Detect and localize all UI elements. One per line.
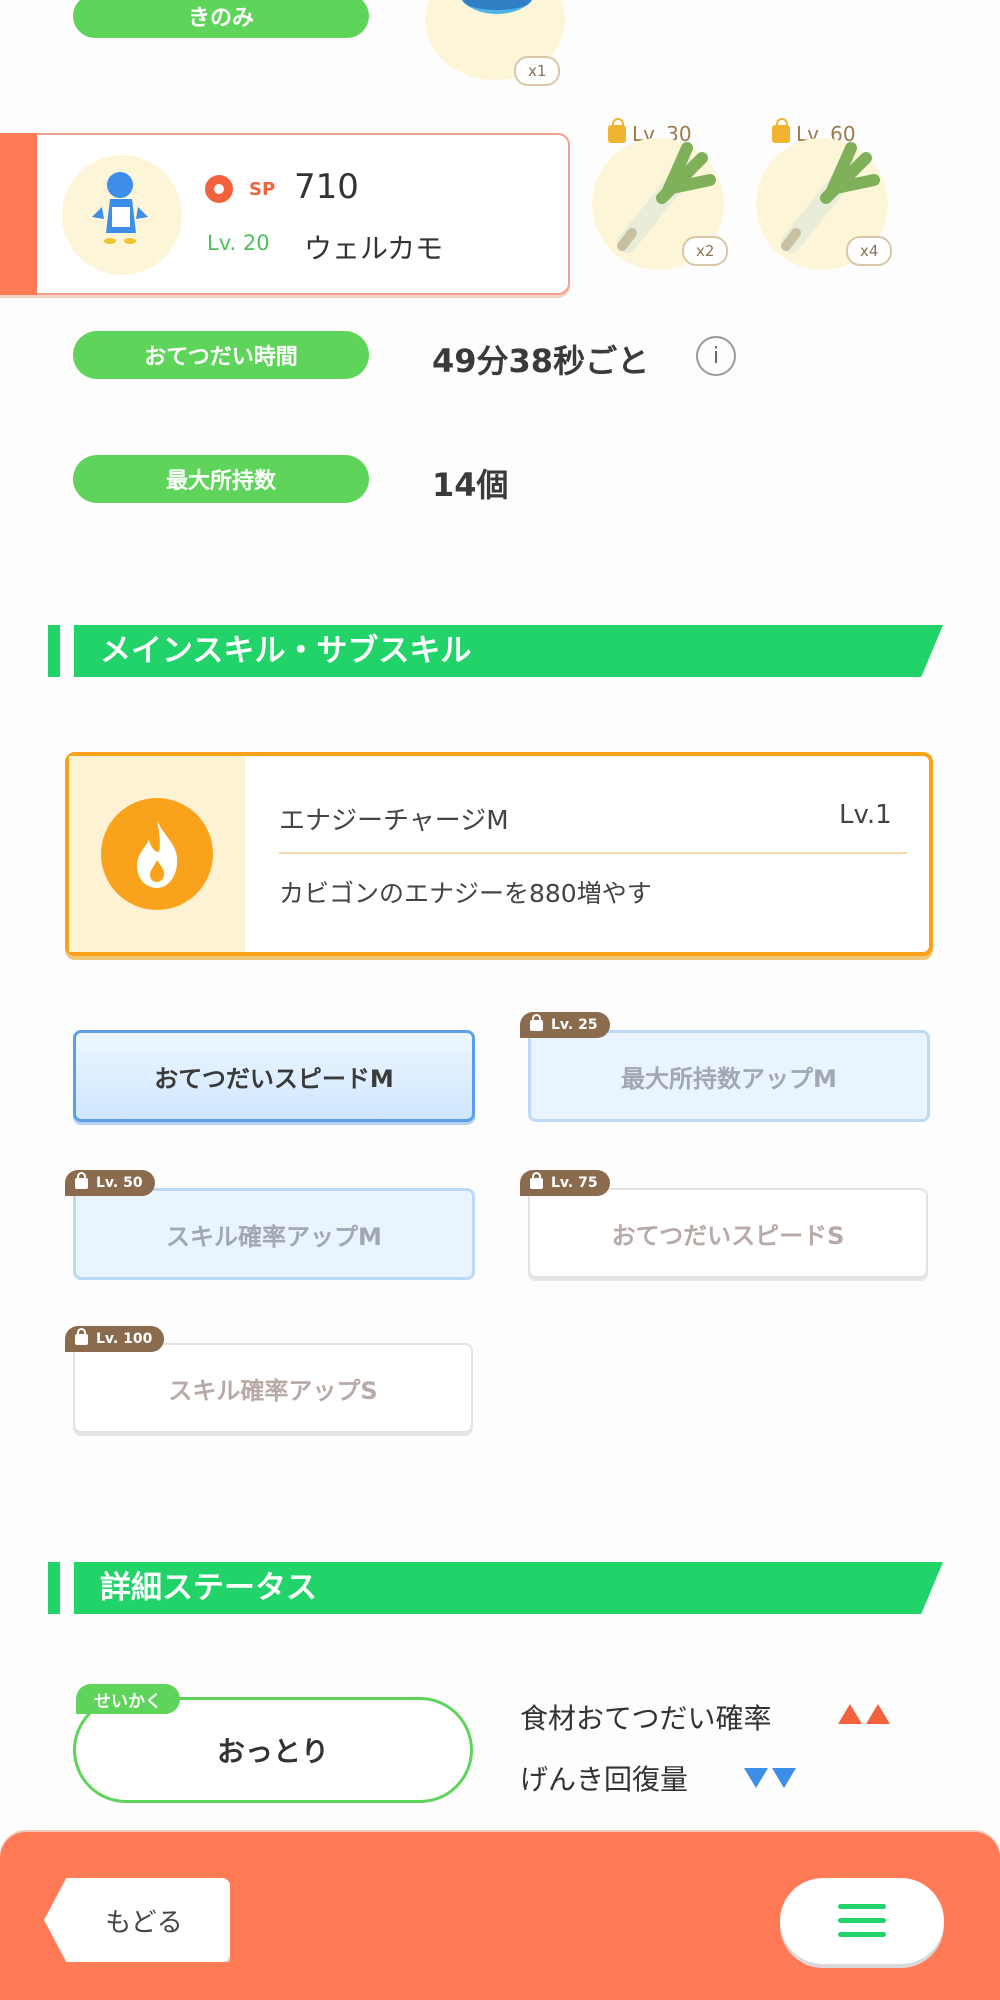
nature-down-stat: げんき回復量 [520, 1763, 689, 1796]
pokemon-level: Lv. 20 [207, 231, 270, 255]
stat-down-icon [744, 1768, 796, 1788]
main-skill-icon-area [69, 756, 245, 952]
sub-skill-label: スキル確率アップS [168, 1376, 378, 1405]
stat-up-icon [838, 1704, 890, 1724]
pokemon-card[interactable]: SP 710 Lv. 20 ウェルカモ [0, 133, 570, 295]
sub-skill-4-lock-tag: Lv. 75 [520, 1170, 610, 1196]
sp-label: SP [249, 179, 276, 200]
detail-section-header: 詳細ステータス [48, 1562, 943, 1614]
info-icon[interactable]: i [696, 336, 736, 376]
berry-label: きのみ [73, 0, 369, 38]
max-carry-label: 最大所持数 [73, 455, 369, 503]
berry-quantity: x1 [514, 56, 561, 86]
pokeball-icon [205, 175, 233, 203]
main-skill-name: エナジーチャージM [279, 806, 509, 836]
ingredient-quantity-1: x2 [682, 236, 729, 266]
ingredient-quantity-2: x4 [846, 236, 893, 266]
sub-skill-3-lock-tag: Lv. 50 [65, 1170, 155, 1196]
sub-skill-4-button[interactable]: おてつだいスピードS [528, 1188, 928, 1278]
main-skill-card[interactable]: エナジーチャージM Lv.1 カビゴンのエナジーを880増やす [65, 752, 933, 956]
detail-section-title: 詳細ステータス [100, 1570, 317, 1606]
lock-icon [75, 1327, 88, 1345]
lock-icon [530, 1171, 543, 1189]
max-carry-value: 14個 [432, 466, 509, 504]
footer-bar: もどる [0, 1832, 1000, 2000]
sub-skill-5-button[interactable]: スキル確率アップS [73, 1343, 473, 1433]
sub-skill-1-button[interactable]: おてつだいスピードM [73, 1030, 475, 1122]
sub-skill-label: おてつだいスピードS [611, 1221, 845, 1250]
sub-skill-2-lock-tag: Lv. 25 [520, 1012, 610, 1038]
sub-skill-label: おてつだいスピードM [154, 1064, 394, 1093]
menu-button[interactable] [780, 1878, 944, 1964]
lock-icon [75, 1171, 88, 1189]
lock-icon [530, 1013, 543, 1031]
skills-section-title: メインスキル・サブスキル [100, 633, 472, 669]
flame-icon [101, 798, 213, 910]
main-skill-description: カビゴンのエナジーを880増やす [279, 879, 652, 908]
sub-skill-3-button[interactable]: スキル確率アップM [73, 1188, 475, 1280]
pokemon-name: ウェルカモ [304, 232, 444, 265]
nature-value: おっとり [216, 1735, 329, 1768]
skills-section-header: メインスキル・サブスキル [48, 625, 943, 677]
main-skill-level: Lv.1 [839, 800, 892, 830]
help-time-label: おてつだい時間 [73, 331, 369, 379]
sub-skill-label: 最大所持数アップM [621, 1064, 837, 1093]
pokemon-avatar [62, 155, 182, 275]
sub-skill-5-lock-tag: Lv. 100 [65, 1326, 165, 1352]
card-accent [0, 133, 37, 295]
nature-up-stat: 食材おてつだい確率 [520, 1702, 772, 1735]
sp-value: 710 [294, 167, 359, 207]
back-label: もどる [105, 1907, 183, 1938]
help-time-value: 49分38秒ごと [432, 342, 650, 380]
back-button[interactable]: もどる [44, 1878, 230, 1962]
main-skill-divider [279, 852, 907, 854]
nature-tag: せいかく [76, 1684, 180, 1714]
sub-skill-label: スキル確率アップM [166, 1222, 382, 1251]
hamburger-icon [838, 1904, 886, 1938]
sub-skill-2-button[interactable]: 最大所持数アップM [528, 1030, 930, 1122]
